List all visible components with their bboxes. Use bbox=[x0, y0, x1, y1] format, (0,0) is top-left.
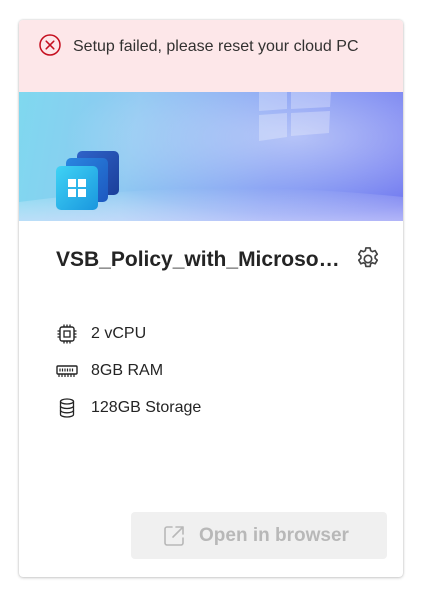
cloud-pc-name: VSB_Policy_with_Microsoft_Hosted_Network bbox=[56, 248, 346, 271]
gear-icon[interactable] bbox=[354, 245, 382, 273]
error-alert: Setup failed, please reset your cloud PC bbox=[19, 20, 403, 92]
alert-message: Setup failed, please reset your cloud PC bbox=[73, 38, 359, 55]
cloud-pc-card: Setup failed, please reset your cloud PC bbox=[19, 20, 403, 577]
spec-storage: 128GB Storage bbox=[56, 396, 356, 420]
spec-storage-label: 128GB Storage bbox=[91, 399, 202, 416]
open-in-browser-label: Open in browser bbox=[199, 525, 349, 546]
error-circle-icon bbox=[39, 34, 61, 56]
spec-ram-label: 8GB RAM bbox=[91, 362, 164, 379]
spec-cpu-label: 2 vCPU bbox=[91, 325, 147, 342]
open-in-browser-button[interactable]: Open in browser bbox=[131, 512, 387, 559]
cloud-pc-banner bbox=[19, 92, 403, 221]
storage-icon bbox=[59, 398, 75, 418]
ram-icon bbox=[56, 365, 78, 377]
spec-ram: 8GB RAM bbox=[56, 359, 356, 383]
spec-cpu: 2 vCPU bbox=[56, 322, 356, 346]
open-external-icon bbox=[164, 526, 184, 546]
cpu-icon bbox=[57, 324, 77, 344]
cloud-pc-windows-icon bbox=[56, 151, 119, 210]
